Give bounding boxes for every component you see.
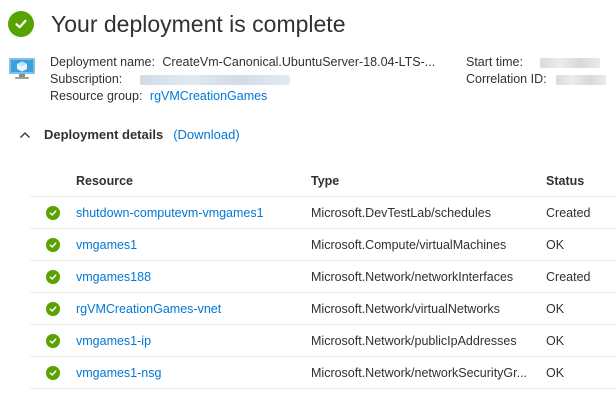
chevron-up-icon[interactable] [18, 128, 32, 142]
subscription-row: Subscription: [50, 71, 290, 88]
deployment-overview-page: Your deployment is complete Deployment n… [0, 0, 615, 402]
page-title: Your deployment is complete [51, 11, 346, 37]
resource-group-row: Resource group: rgVMCreationGames [50, 88, 267, 105]
deployment-name-value: CreateVm-Canonical.UbuntuServer-18.04-LT… [162, 55, 436, 69]
resource-link[interactable]: rgVMCreationGames-vnet [76, 302, 311, 316]
start-time-label: Start time: [466, 55, 523, 69]
success-check-icon [46, 237, 60, 252]
resource-link[interactable]: vmgames1-nsg [76, 366, 311, 380]
deployment-details-title: Deployment details [44, 127, 164, 142]
resource-link[interactable]: vmgames188 [76, 270, 311, 284]
resource-status: OK [546, 365, 565, 380]
success-check-icon [46, 269, 60, 284]
deployment-name-label: Deployment name: [50, 55, 155, 69]
virtual-machine-icon [9, 58, 35, 79]
success-check-icon [46, 301, 60, 316]
resource-group-label: Resource group: [50, 89, 143, 103]
resource-status: Created [546, 269, 591, 284]
table-row: vmgames1-ip Microsoft.Network/publicIpAd… [30, 325, 615, 357]
resource-type: Microsoft.Network/publicIpAddresses [311, 333, 517, 348]
header: Your deployment is complete [8, 10, 346, 38]
start-time-redacted [540, 57, 601, 68]
success-check-icon [46, 365, 60, 380]
success-check-icon [46, 205, 60, 220]
resource-type: Microsoft.Network/virtualNetworks [311, 301, 500, 316]
table-row: vmgames188 Microsoft.Network/networkInte… [30, 261, 615, 293]
resource-status: OK [546, 301, 565, 316]
resource-link[interactable]: vmgames1 [76, 238, 311, 252]
column-header-status[interactable]: Status [546, 174, 615, 188]
resource-type: Microsoft.DevTestLab/schedules [311, 205, 491, 220]
deployment-details-header[interactable]: Deployment details (Download) [18, 127, 240, 142]
correlation-id-row: Correlation ID: [466, 71, 607, 88]
column-header-type[interactable]: Type [311, 174, 546, 188]
deployment-resources-table: Resource Type Status shutdown-computevm-… [30, 166, 615, 389]
table-header: Resource Type Status [30, 166, 615, 197]
column-header-resource[interactable]: Resource [76, 174, 311, 188]
subscription-label: Subscription: [50, 72, 123, 86]
success-check-icon [8, 11, 34, 37]
deployment-name-row: Deployment name: CreateVm-Canonical.Ubun… [50, 54, 435, 71]
correlation-id-redacted [556, 74, 607, 85]
resource-link[interactable]: vmgames1-ip [76, 334, 311, 348]
download-link[interactable]: (Download) [173, 127, 239, 142]
resource-type: Microsoft.Network/networkSecurityGr... [311, 365, 528, 380]
resource-status: OK [546, 333, 565, 348]
table-row: rgVMCreationGames-vnet Microsoft.Network… [30, 293, 615, 325]
resource-group-link[interactable]: rgVMCreationGames [150, 89, 267, 103]
start-time-row: Start time: [466, 54, 601, 71]
subscription-redacted[interactable] [139, 74, 290, 85]
resource-type: Microsoft.Network/networkInterfaces [311, 269, 514, 284]
resource-status: Created [546, 205, 591, 220]
correlation-id-label: Correlation ID: [466, 72, 547, 86]
success-check-icon [46, 333, 60, 348]
table-row: vmgames1-nsg Microsoft.Network/networkSe… [30, 357, 615, 389]
resource-type: Microsoft.Compute/virtualMachines [311, 237, 507, 252]
resource-status: OK [546, 237, 565, 252]
resource-link[interactable]: shutdown-computevm-vmgames1 [76, 206, 311, 220]
table-row: vmgames1 Microsoft.Compute/virtualMachin… [30, 229, 615, 261]
table-row: shutdown-computevm-vmgames1 Microsoft.De… [30, 197, 615, 229]
